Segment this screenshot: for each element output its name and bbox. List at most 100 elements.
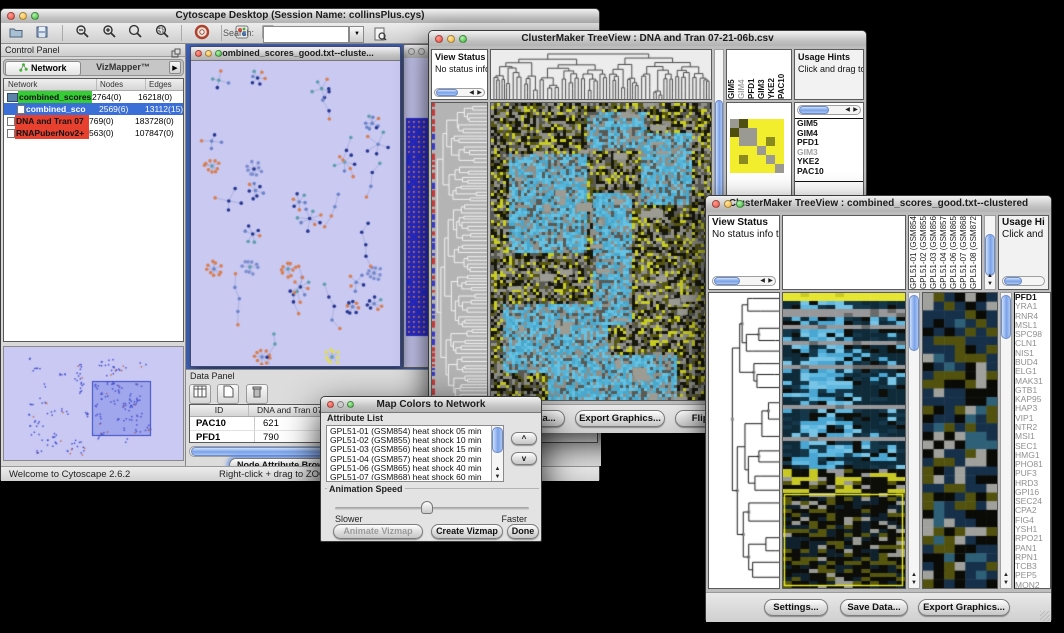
close-icon[interactable] xyxy=(435,35,443,43)
move-up-button[interactable]: ^ xyxy=(511,432,537,445)
network-row[interactable]: combined_scores2764(0)16218(0) xyxy=(4,91,183,103)
tv2-heatmap-canvas[interactable] xyxy=(783,293,905,588)
scroll-up-icon[interactable]: ▲ xyxy=(985,272,995,280)
main-titlebar[interactable]: Cytoscape Desktop (Session Name: collins… xyxy=(1,9,599,24)
zoom-in-icon[interactable] xyxy=(98,24,120,42)
gene-label[interactable]: MON2 xyxy=(1015,581,1050,589)
zoom-window-icon[interactable] xyxy=(215,50,222,57)
column-edges[interactable]: Edges xyxy=(146,79,183,90)
minimize-icon[interactable] xyxy=(418,48,425,55)
matrix-column-label[interactable]: GIM4 xyxy=(737,50,747,99)
matrix-column-label[interactable]: YKE2 xyxy=(767,50,777,99)
tv1-left-dendrogram-canvas[interactable] xyxy=(432,103,487,400)
network-row[interactable]: RNAPuberNov2+563(0)107847(0) xyxy=(4,127,183,139)
tv2-labels-vscroll[interactable]: ▲▼ xyxy=(984,215,996,290)
scroll-up-icon[interactable]: ▲ xyxy=(492,465,503,473)
tv2-left-dendrogram-canvas[interactable] xyxy=(709,293,779,588)
minimize-icon[interactable] xyxy=(19,12,27,20)
zoom-window-icon[interactable] xyxy=(347,401,354,408)
minimize-icon[interactable] xyxy=(205,50,212,57)
scroll-down-icon[interactable]: ▼ xyxy=(985,280,995,288)
settings-button[interactable]: Settings... xyxy=(764,599,828,616)
dialog-titlebar[interactable]: Map Colors to Network xyxy=(321,397,541,413)
minimize-icon[interactable] xyxy=(447,35,455,43)
array-column-label[interactable]: GPL51-02 (GSM855) xyxy=(919,216,929,289)
treeview2-titlebar[interactable]: ClusterMaker TreeView : combined_scores_… xyxy=(706,196,1051,213)
delete-attribute-trash-icon[interactable] xyxy=(246,384,268,404)
network-row[interactable]: DNA and Tran 07769(0)183728(0) xyxy=(4,115,183,127)
scrollbar-thumb[interactable] xyxy=(909,295,919,351)
close-icon[interactable] xyxy=(712,200,720,208)
column-network[interactable]: Network xyxy=(4,79,97,90)
tv1-label-hscroll[interactable]: ◀▶ xyxy=(797,105,861,115)
zoom-window-icon[interactable] xyxy=(736,200,744,208)
tv1-heatmap-canvas[interactable] xyxy=(491,103,711,400)
matrix-column-label[interactable]: PFD1 xyxy=(747,50,757,99)
zoom-window-icon[interactable] xyxy=(31,12,39,20)
matrix-column-label[interactable]: PAC10 xyxy=(777,50,787,99)
attribute-list-item[interactable]: GPL51-07 (GSM868) heat shock 60 min xyxy=(328,473,490,480)
move-down-button[interactable]: v xyxy=(511,452,537,465)
select-attributes-icon[interactable] xyxy=(189,384,211,404)
matrix-row-label[interactable]: PAC10 xyxy=(795,167,864,177)
close-icon[interactable] xyxy=(7,12,15,20)
tv2-zoom-vscroll[interactable]: ▲▼ xyxy=(1000,292,1012,589)
scrollbar-thumb[interactable] xyxy=(492,427,503,453)
open-file-button[interactable] xyxy=(5,24,27,42)
export-graphics-button[interactable]: Export Graphics... xyxy=(918,599,1010,616)
tab-network[interactable]: Network xyxy=(5,61,81,76)
treeview1-titlebar[interactable]: ClusterMaker TreeView : DNA and Tran 07-… xyxy=(429,31,866,47)
animate-vizmap-button[interactable]: Animate Vizmap xyxy=(333,524,423,539)
attribute-list-vscroll[interactable]: ▲▼ xyxy=(491,426,503,481)
scrollbar-thumb[interactable] xyxy=(985,234,995,276)
scrollbar-thumb[interactable] xyxy=(714,277,740,285)
close-icon[interactable] xyxy=(408,48,415,55)
array-column-label[interactable]: GPL51-08 (GSM872) xyxy=(969,216,979,289)
matrix-column-label[interactable]: GIM5 xyxy=(727,50,737,99)
export-graphics-button[interactable]: Export Graphics... xyxy=(575,410,665,427)
close-icon[interactable] xyxy=(327,401,334,408)
search-input[interactable] xyxy=(263,26,349,43)
tv2-hints-hscroll[interactable] xyxy=(1002,276,1045,286)
new-attribute-icon[interactable] xyxy=(217,384,239,404)
column-nodes[interactable]: Nodes xyxy=(97,79,146,90)
array-column-label[interactable]: GPL51-01 (GSM854) xyxy=(909,216,919,289)
tv2-status-hscroll[interactable]: ◀▶ xyxy=(712,276,776,286)
scroll-right-icon[interactable]: ▶ xyxy=(766,277,775,285)
network-overview-canvas[interactable] xyxy=(3,346,184,461)
create-vizmap-button[interactable]: Create Vizmap xyxy=(431,524,503,539)
scroll-down-icon[interactable]: ▼ xyxy=(492,473,503,481)
scroll-up-icon[interactable]: ▲ xyxy=(1001,571,1011,579)
tv1-top-dendrogram-canvas[interactable] xyxy=(491,50,711,99)
tv2-heatmap-vscroll[interactable]: ▲▼ xyxy=(908,292,920,589)
tv2-zoom-heatmap-canvas[interactable] xyxy=(923,293,997,588)
help-lifering-icon[interactable] xyxy=(191,24,213,42)
column-id[interactable]: ID xyxy=(190,405,249,416)
scroll-right-icon[interactable]: ▶ xyxy=(851,106,860,114)
tab-vizmapper[interactable]: VizMapper™ xyxy=(82,61,164,74)
matrix-column-label[interactable]: GIM3 xyxy=(757,50,767,99)
scroll-right-icon[interactable]: ▶ xyxy=(475,89,484,96)
mini-matrix[interactable] xyxy=(730,119,784,173)
scroll-down-icon[interactable]: ▼ xyxy=(1001,579,1011,587)
network-view-canvas[interactable] xyxy=(192,61,399,365)
zoom-out-icon[interactable] xyxy=(71,24,93,42)
save-button[interactable] xyxy=(31,24,53,42)
scrollbar-thumb[interactable] xyxy=(799,106,829,114)
array-column-label[interactable]: GPL51-03 (GSM856) xyxy=(929,216,939,289)
done-button[interactable]: Done xyxy=(507,524,539,539)
array-column-label[interactable]: GPL51-07 (GSM868) xyxy=(959,216,969,289)
minimize-icon[interactable] xyxy=(337,401,344,408)
minimize-icon[interactable] xyxy=(724,200,732,208)
search-dropdown-icon[interactable]: ▼ xyxy=(349,26,364,43)
scroll-down-icon[interactable]: ▼ xyxy=(909,579,919,587)
array-column-label[interactable]: GPL51-06 (GSM865) xyxy=(949,216,959,289)
scroll-up-icon[interactable]: ▲ xyxy=(909,571,919,579)
tab-overflow-arrow-icon[interactable]: ▶ xyxy=(169,61,181,74)
network-window-titlebar[interactable]: combined_scores_good.txt--cluste... xyxy=(191,47,400,61)
zoom-selected-icon[interactable] xyxy=(151,24,173,42)
scrollbar-thumb[interactable] xyxy=(1001,295,1011,339)
save-data-button[interactable]: Save Data... xyxy=(840,599,908,616)
scrollbar-thumb[interactable] xyxy=(436,89,458,96)
zoom-window-icon[interactable] xyxy=(459,35,467,43)
